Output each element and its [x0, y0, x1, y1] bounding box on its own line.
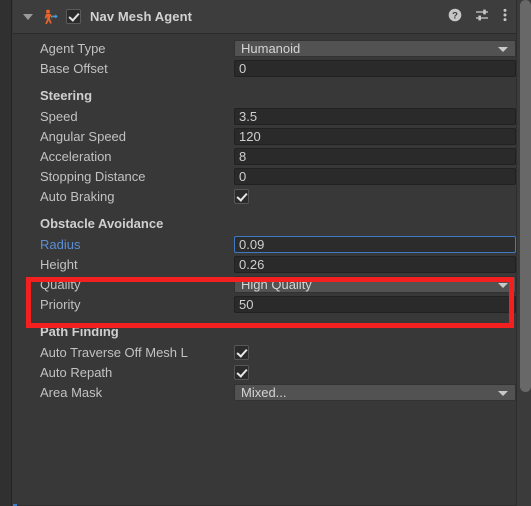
label-auto-repath: Auto Repath [40, 364, 113, 380]
component-enabled-checkbox[interactable] [66, 9, 81, 24]
svg-text:?: ? [452, 10, 458, 21]
chevron-down-icon [498, 390, 508, 396]
base-offset-input[interactable]: 0 [234, 59, 516, 77]
height-input[interactable]: 0.26 [234, 255, 516, 273]
area-mask-dropdown[interactable]: Mixed... [234, 383, 516, 401]
row-stopping-distance: Stopping Distance 0 [13, 166, 516, 186]
stopping-distance-input[interactable]: 0 [234, 167, 516, 185]
label-auto-traverse: Auto Traverse Off Mesh L [40, 344, 188, 360]
vertical-scrollbar-track[interactable] [516, 0, 531, 506]
row-radius: Radius 0.09 [13, 234, 516, 254]
agent-type-value: Humanoid [241, 40, 301, 56]
label-acceleration: Acceleration [40, 148, 112, 164]
label-quality: Quality [40, 276, 81, 292]
nav-mesh-agent-icon [42, 9, 58, 25]
quality-dropdown[interactable]: High Quality [234, 275, 516, 293]
chevron-down-icon [498, 282, 508, 288]
header-icon-group: ? [448, 0, 507, 34]
row-auto-repath: Auto Repath [13, 362, 516, 382]
label-auto-braking: Auto Braking [40, 188, 115, 204]
label-speed: Speed [40, 108, 78, 124]
inspector-panel: Nav Mesh Agent ? Agent Type Humanoid Bas… [0, 0, 531, 506]
label-area-mask: Area Mask [40, 384, 103, 400]
label-height: Height [40, 256, 78, 272]
row-speed: Speed 3.5 [13, 106, 516, 126]
row-base-offset: Base Offset 0 [13, 58, 516, 78]
label-priority: Priority [40, 296, 81, 312]
angular-speed-input[interactable]: 120 [234, 127, 516, 145]
preset-icon[interactable] [475, 8, 490, 27]
row-area-mask: Area Mask Mixed... [13, 382, 516, 402]
agent-type-dropdown[interactable]: Humanoid [234, 39, 516, 57]
auto-traverse-checkbox[interactable] [234, 344, 249, 360]
label-agent-type: Agent Type [40, 40, 106, 56]
row-auto-traverse: Auto Traverse Off Mesh L [13, 342, 516, 362]
speed-input[interactable]: 3.5 [234, 107, 516, 125]
component-title: Nav Mesh Agent [90, 9, 193, 24]
component-header[interactable]: Nav Mesh Agent ? [13, 0, 516, 34]
acceleration-input[interactable]: 8 [234, 147, 516, 165]
label-angular-speed: Angular Speed [40, 128, 127, 144]
row-angular-speed: Angular Speed 120 [13, 126, 516, 146]
foldout-arrow-icon[interactable] [23, 13, 33, 20]
row-height: Height 0.26 [13, 254, 516, 274]
section-path-finding-header: Path Finding [40, 323, 119, 339]
section-steering-header: Steering [40, 87, 93, 103]
label-radius: Radius [40, 236, 81, 252]
auto-braking-checkbox[interactable] [234, 188, 249, 204]
section-obstacle-avoidance-header: Obstacle Avoidance [40, 215, 164, 231]
radius-input[interactable]: 0.09 [234, 235, 516, 253]
area-mask-value: Mixed... [241, 384, 287, 400]
row-auto-braking: Auto Braking [13, 186, 516, 206]
vertical-scrollbar-thumb[interactable] [520, 0, 531, 392]
quality-value: High Quality [241, 276, 312, 292]
chevron-down-icon [498, 46, 508, 52]
component-body: Agent Type Humanoid Base Offset 0 Steeri… [13, 34, 516, 402]
row-acceleration: Acceleration 8 [13, 146, 516, 166]
help-icon[interactable]: ? [448, 8, 462, 27]
row-agent-type: Agent Type Humanoid [13, 38, 516, 58]
auto-repath-checkbox[interactable] [234, 364, 249, 380]
more-menu-icon[interactable] [503, 8, 507, 27]
nav-mesh-agent-component: Nav Mesh Agent ? Agent Type Humanoid Bas… [13, 0, 516, 506]
label-base-offset: Base Offset [40, 60, 108, 76]
row-quality: Quality High Quality [13, 274, 516, 294]
priority-input[interactable]: 50 [234, 295, 516, 313]
left-gutter [0, 0, 12, 506]
label-stopping-distance: Stopping Distance [40, 168, 146, 184]
row-priority: Priority 50 [13, 294, 516, 314]
